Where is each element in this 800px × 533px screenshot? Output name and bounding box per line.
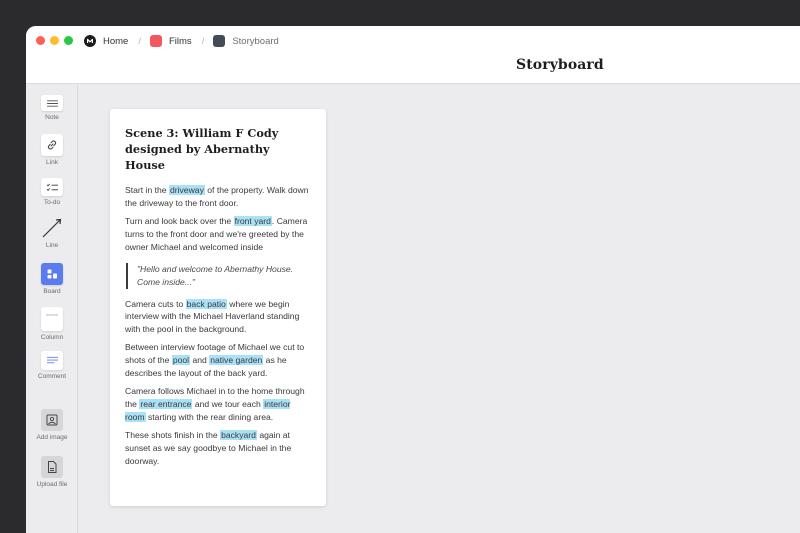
highlight-driveway: driveway	[168, 185, 205, 195]
breadcrumb-separator: /	[138, 35, 141, 47]
breadcrumb: Home / Films / Storyboard	[84, 32, 279, 50]
highlight-back-patio: back patio	[185, 298, 227, 309]
tool-sidebar: Note Link To-do Line Board Column Commen…	[26, 85, 78, 533]
tool-label: Upload file	[36, 481, 68, 488]
highlight-native-garden: native garden	[209, 355, 264, 366]
app-window: Home / Films / Storyboard Storyboard Not…	[26, 26, 800, 533]
tool-label: To-do	[43, 199, 61, 206]
text-run: and	[190, 355, 210, 366]
breadcrumb-storyboard-label: Storyboard	[232, 35, 279, 47]
tool-label: Board	[43, 288, 61, 295]
highlight-rear-entrance: rear entrance	[139, 398, 193, 409]
tool-line[interactable]: Line	[26, 217, 78, 249]
tool-label: Comment	[37, 373, 67, 380]
text-run: Camera cuts to	[125, 298, 186, 309]
maximize-window-button[interactable]	[64, 36, 73, 45]
tool-label: Link	[46, 159, 58, 166]
card-paragraph: Turn and look back over the front yard. …	[125, 215, 311, 254]
text-run: Start in the	[125, 185, 169, 195]
tool-upload-file[interactable]: Upload file	[26, 456, 78, 488]
tool-label: Line	[45, 242, 59, 249]
tool-link[interactable]: Link	[26, 134, 78, 166]
note-icon	[41, 95, 63, 111]
board-canvas[interactable]: Scene 3: William F Cody designed by Aber…	[79, 85, 800, 533]
card-paragraph: These shots finish in the backyard again…	[125, 429, 311, 468]
tool-note[interactable]: Note	[26, 95, 78, 121]
text-run: Turn and look back over the	[125, 215, 234, 226]
board-icon	[41, 263, 63, 285]
tool-label: Add image	[36, 434, 68, 441]
highlight-backyard: backyard	[220, 429, 257, 440]
scene-note-card[interactable]: Scene 3: William F Cody designed by Aber…	[110, 109, 326, 506]
todo-icon	[41, 178, 63, 196]
text-run: and we tour each	[192, 398, 264, 409]
card-paragraph: Camera cuts to back patio where we begin…	[125, 298, 311, 337]
card-title: Scene 3: William F Cody designed by Aber…	[125, 126, 279, 172]
image-icon	[41, 409, 63, 431]
tool-label: Note	[45, 114, 59, 121]
films-board-icon	[149, 35, 162, 47]
breadcrumb-home[interactable]: Home	[84, 35, 128, 47]
highlight-pool: pool	[171, 355, 191, 366]
card-quote: "Hello and welcome to Abernathy House. C…	[126, 262, 311, 289]
tool-label: Column	[40, 334, 64, 341]
highlight-front-yard: front yard	[233, 215, 272, 226]
card-paragraph: Between interview footage of Michael we …	[125, 341, 311, 380]
breadcrumb-films-label: Films	[168, 35, 192, 47]
text-run: These shots finish in the	[125, 429, 221, 440]
tool-add-image[interactable]: Add image	[26, 409, 78, 441]
column-icon	[41, 307, 63, 331]
line-icon	[41, 217, 63, 239]
tool-board[interactable]: Board	[26, 263, 78, 295]
milanote-logo-icon	[84, 35, 96, 47]
close-window-button[interactable]	[36, 36, 45, 45]
breadcrumb-films[interactable]: Films	[149, 35, 192, 47]
file-icon	[41, 456, 63, 478]
title-bar: Home / Films / Storyboard Storyboard	[26, 26, 800, 84]
tool-todo[interactable]: To-do	[26, 178, 78, 206]
breadcrumb-home-label: Home	[103, 35, 129, 47]
card-paragraph: Camera follows Michael in to the home th…	[125, 385, 311, 424]
storyboard-board-icon	[213, 35, 226, 47]
link-icon	[41, 134, 63, 156]
breadcrumb-separator: /	[201, 35, 205, 47]
breadcrumb-storyboard[interactable]: Storyboard	[213, 35, 279, 47]
tool-comment[interactable]: Comment	[26, 351, 78, 380]
comment-icon	[41, 351, 63, 370]
page-title: Storyboard	[516, 57, 604, 73]
card-paragraph: Start in the driveway of the property. W…	[125, 184, 311, 210]
text-run: starting with the rear dining area.	[145, 411, 274, 422]
tool-column[interactable]: Column	[26, 307, 78, 341]
minimize-window-button[interactable]	[50, 36, 59, 45]
